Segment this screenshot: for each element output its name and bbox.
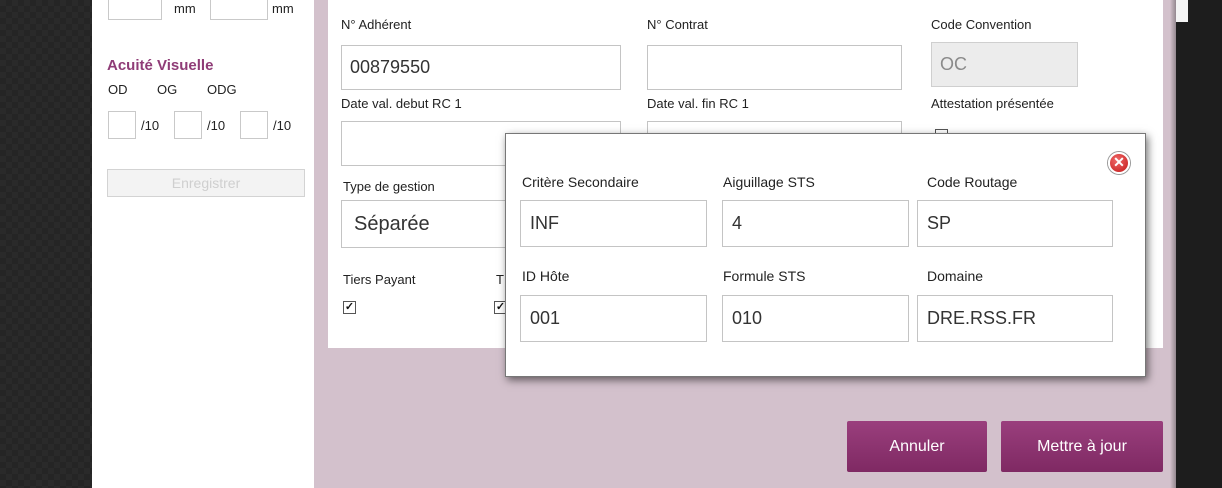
contrat-label: N° Contrat	[647, 17, 708, 32]
close-icon[interactable]: ✕	[1108, 152, 1130, 174]
id-hote-label: ID Hôte	[522, 268, 570, 284]
unit-odg: /10	[273, 118, 292, 133]
convention-label: Code Convention	[931, 17, 1032, 32]
left-panel: mm mm Acuité Visuelle OD OG ODG /10 /10 …	[92, 0, 314, 488]
adherent-label: N° Adhérent	[341, 17, 412, 32]
routage-label: Code Routage	[927, 174, 1018, 190]
aiguillage-label: Aiguillage STS	[723, 174, 815, 190]
critere-input[interactable]: INF	[520, 200, 707, 247]
unit-label-1: mm	[174, 1, 196, 16]
formule-input[interactable]: 010	[722, 295, 909, 342]
type-gestion-label: Type de gestion	[343, 179, 435, 194]
right-top-tab	[1176, 0, 1188, 22]
col-odg: ODG	[207, 82, 237, 97]
attestation-label: Attestation présentée	[931, 96, 1054, 111]
unit-od: /10	[141, 118, 160, 133]
tiers-payant-label: Tiers Payant	[343, 272, 416, 287]
measure-input-2[interactable]	[210, 0, 268, 20]
details-popup: ✕ Critère Secondaire INF Aiguillage STS …	[505, 133, 1146, 377]
acuite-od-input[interactable]	[108, 111, 136, 139]
critere-label: Critère Secondaire	[522, 174, 639, 190]
formule-label: Formule STS	[723, 268, 806, 284]
domaine-label: Domaine	[927, 268, 984, 284]
acuite-odg-input[interactable]	[240, 111, 268, 139]
right-edge	[1176, 0, 1222, 488]
id-hote-input[interactable]: 001	[520, 295, 707, 342]
routage-input[interactable]: SP	[917, 200, 1113, 247]
unit-label-2: mm	[272, 1, 294, 16]
col-od: OD	[108, 82, 128, 97]
date-fin-label: Date val. fin RC 1	[647, 96, 749, 111]
convention-input: OC	[931, 42, 1078, 87]
date-debut-label: Date val. debut RC 1	[341, 96, 462, 111]
tiers-payant-checkbox[interactable]: ✓	[343, 301, 356, 314]
second-check-label: T	[496, 272, 504, 287]
acuite-og-input[interactable]	[174, 111, 202, 139]
cancel-button[interactable]: Annuler	[847, 421, 987, 472]
measure-input-1[interactable]	[108, 0, 162, 20]
save-button[interactable]: Enregistrer	[107, 169, 305, 197]
update-button[interactable]: Mettre à jour	[1001, 421, 1163, 472]
acuite-title: Acuité Visuelle	[107, 57, 214, 74]
col-og: OG	[157, 82, 178, 97]
contrat-input[interactable]	[647, 45, 902, 90]
adherent-input[interactable]: 00879550	[341, 45, 621, 90]
domaine-input[interactable]: DRE.RSS.FR	[917, 295, 1113, 342]
aiguillage-input[interactable]: 4	[722, 200, 909, 247]
unit-og: /10	[207, 118, 226, 133]
